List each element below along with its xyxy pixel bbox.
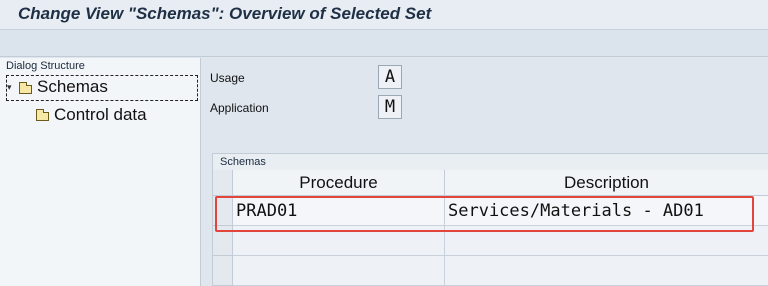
tree-item-label: Schemas	[37, 77, 108, 96]
select-all-cell[interactable]	[213, 170, 233, 196]
table-cell-empty[interactable]	[445, 226, 768, 256]
table-cell-procedure[interactable]: PRAD01	[233, 196, 445, 226]
row-selector[interactable]	[213, 226, 233, 256]
column-header-description[interactable]: Description	[445, 170, 768, 196]
application-field[interactable]: M	[378, 95, 402, 119]
window-title: Change View "Schemas": Overview of Selec…	[18, 4, 432, 23]
tree-item-label: Control data	[54, 105, 147, 124]
tree-item-control-data[interactable]: Control data	[32, 104, 200, 128]
usage-label: Usage	[210, 71, 245, 85]
table-cell-description[interactable]: Services/Materials - AD01	[445, 196, 768, 226]
tree-item-schemas[interactable]: ▾ Schemas	[6, 75, 198, 101]
folder-icon	[36, 109, 49, 121]
column-header-procedure[interactable]: Procedure	[233, 170, 445, 196]
folder-open-icon	[19, 82, 32, 94]
title-bar: Change View "Schemas": Overview of Selec…	[0, 0, 768, 30]
row-selector[interactable]	[213, 256, 233, 286]
dialog-structure-title: Dialog Structure	[6, 60, 85, 72]
expand-arrow-icon[interactable]: ▾	[7, 82, 12, 93]
usage-field[interactable]: A	[378, 65, 402, 89]
toolbar	[0, 30, 768, 57]
schemas-table-panel: Schemas Procedure Description PRAD01 Ser…	[212, 153, 768, 286]
row-selector[interactable]	[213, 196, 233, 226]
schemas-table-caption: Schemas	[220, 156, 266, 168]
table-cell-empty[interactable]	[233, 256, 445, 286]
application-label: Application	[210, 101, 269, 115]
table-cell-empty[interactable]	[233, 226, 445, 256]
table-cell-empty[interactable]	[445, 256, 768, 286]
